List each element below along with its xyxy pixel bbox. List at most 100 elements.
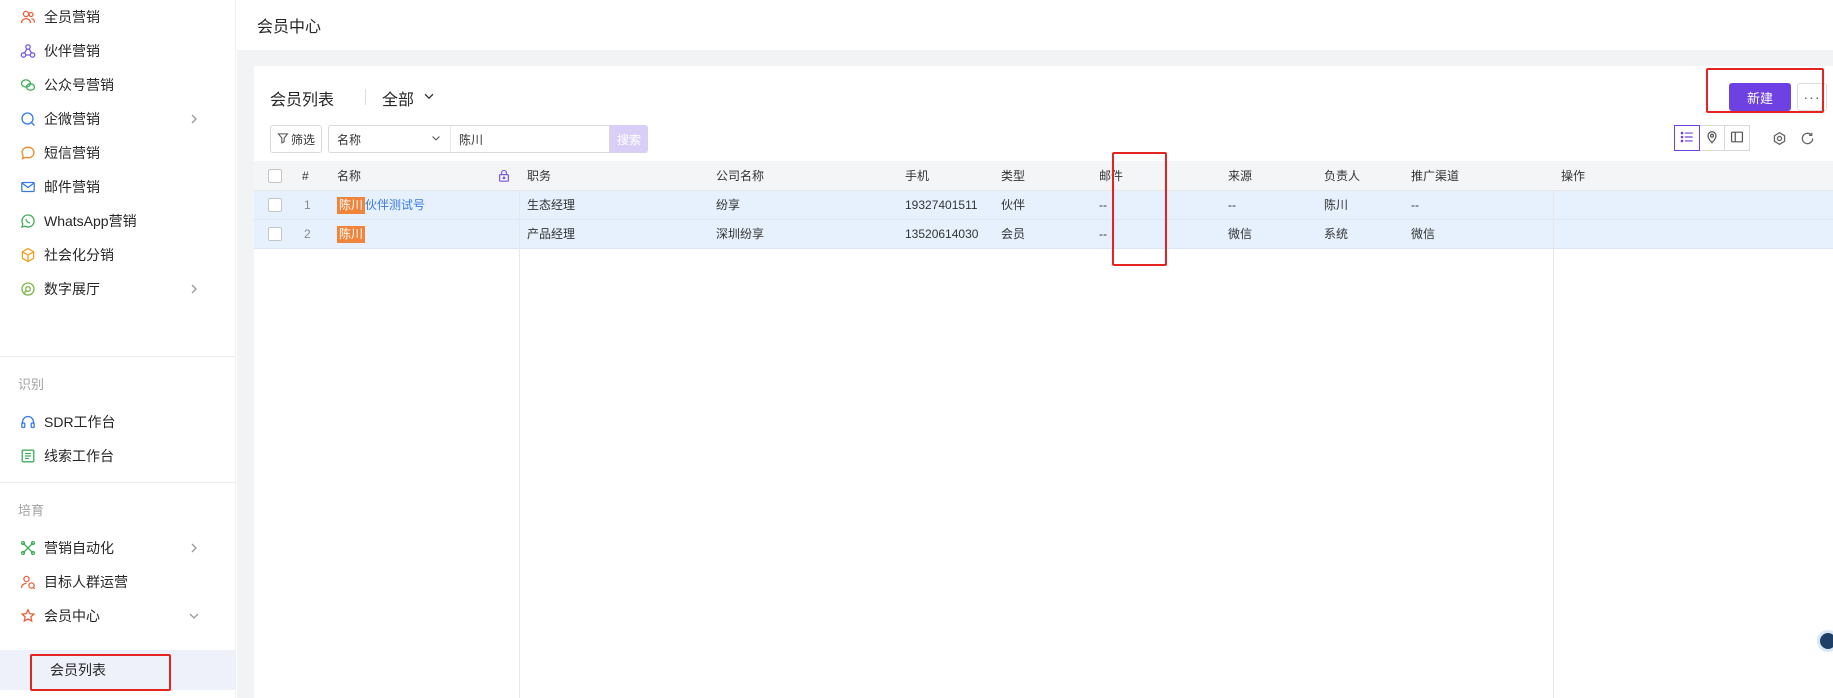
settings-icon[interactable] (1771, 130, 1787, 146)
chevron-down-icon (422, 89, 436, 108)
row-index: 1 (304, 198, 311, 212)
list-view-icon (1680, 130, 1694, 147)
new-member-button[interactable]: 新建 (1729, 83, 1791, 111)
column-header-type[interactable]: 类型 (1001, 161, 1025, 191)
lock-icon[interactable] (497, 168, 511, 186)
mail-icon (20, 179, 36, 195)
row-checkbox[interactable] (268, 227, 282, 241)
column-header-source[interactable]: 来源 (1228, 161, 1252, 191)
sidebar-item-label: 社会化分销 (44, 247, 114, 263)
cell-source: 微信 (1228, 227, 1253, 241)
sidebar-item-target-audience[interactable]: 目标人群运营 (0, 565, 235, 599)
refresh-icon[interactable] (1799, 130, 1815, 146)
view-filter-label: 全部 (382, 92, 415, 109)
list-title: 会员列表 (270, 92, 335, 109)
view-filter-dropdown[interactable]: 全部 (382, 86, 436, 110)
chevron-right-icon (186, 281, 202, 297)
cell-email: -- (1099, 198, 1107, 212)
cell-title: 生态经理 (527, 198, 576, 212)
sidebar-item-partner-marketing[interactable]: 伙伴营销 (0, 34, 235, 68)
sidebar-divider (0, 482, 235, 483)
column-header-email[interactable]: 邮件 (1099, 161, 1123, 191)
search-input[interactable] (450, 125, 610, 153)
table-row[interactable]: 2 陈川 产品经理 深圳纷享 13520614030 会员 -- 微信 系统 微… (254, 220, 1833, 249)
sidebar-item-official-account-marketing[interactable]: 公众号营销 (0, 68, 235, 102)
sidebar-item-label: 短信营销 (44, 145, 100, 161)
column-header-phone[interactable]: 手机 (905, 161, 929, 191)
sidebar-item-clue-workbench[interactable]: 线索工作台 (0, 439, 235, 473)
cell-channel: -- (1411, 198, 1419, 212)
sidebar-item-label: 营销自动化 (44, 540, 114, 556)
cell-owner: 陈川 (1324, 198, 1349, 212)
sidebar: 全员营销 伙伴营销 公众号营销 企微营销 短信营销 邮件营销 WhatsApp营… (0, 0, 236, 698)
sidebar-item-digital-showroom[interactable]: 数字展厅 (0, 272, 235, 306)
search-button[interactable]: 搜索 (610, 125, 648, 153)
funnel-icon (277, 132, 289, 147)
sidebar-item-label: 企微营销 (44, 111, 100, 127)
chevron-down-icon (186, 608, 202, 624)
column-header-company[interactable]: 公司名称 (716, 161, 764, 191)
split-view-toggle[interactable] (1724, 125, 1750, 151)
column-header-owner[interactable]: 负责人 (1324, 161, 1360, 191)
cell-owner: 系统 (1324, 227, 1349, 241)
search-field-select[interactable]: 名称 (328, 125, 450, 153)
map-view-toggle[interactable] (1699, 125, 1725, 151)
cell-email: -- (1099, 227, 1107, 241)
split-panel-icon (1730, 130, 1744, 147)
sidebar-item-label: 目标人群运营 (44, 574, 128, 590)
sms-bubble-icon (20, 145, 36, 161)
sidebar-divider (0, 356, 235, 357)
sidebar-item-label: 线索工作台 (44, 448, 114, 464)
sidebar-item-member-center[interactable]: 会员中心 (0, 599, 235, 633)
list-view-toggle[interactable] (1674, 125, 1700, 151)
name-highlight: 陈川 (337, 226, 366, 243)
chevron-right-icon (186, 540, 202, 556)
column-header-index: # (302, 169, 309, 183)
table-row[interactable]: 1 陈川 伙伴测试号 生态经理 纷享 19327401511 伙伴 -- -- 陈… (254, 191, 1833, 220)
sidebar-subitem-label: 会员列表 (50, 662, 106, 678)
whatsapp-icon (20, 213, 36, 229)
sidebar-item-all-staff-marketing[interactable]: 全员营销 (0, 0, 235, 34)
filter-button[interactable]: 筛选 (270, 125, 322, 153)
member-name-link[interactable]: 陈川 伙伴测试号 (337, 191, 425, 220)
sidebar-item-label: 会员中心 (44, 608, 100, 624)
member-name-link[interactable]: 陈川 (337, 220, 366, 249)
partner-network-icon (20, 43, 36, 59)
cell-title: 产品经理 (527, 227, 576, 241)
cell-source: -- (1228, 198, 1236, 212)
row-checkbox[interactable] (268, 198, 282, 212)
title-separator (365, 89, 366, 105)
column-header-channel[interactable]: 推广渠道 (1411, 161, 1459, 191)
cell-company: 深圳纷享 (716, 227, 765, 241)
sidebar-item-email-marketing[interactable]: 邮件营销 (0, 170, 235, 204)
column-header-name[interactable]: 名称 (337, 161, 361, 191)
frozen-column-divider (519, 191, 520, 698)
name-highlight: 陈川 (337, 197, 366, 214)
sidebar-item-social-distribution[interactable]: 社会化分销 (0, 238, 235, 272)
sidebar-item-sdr-workbench[interactable]: SDR工作台 (0, 405, 235, 439)
column-header-title[interactable]: 职务 (527, 161, 551, 191)
wecom-chat-icon (20, 111, 36, 127)
sidebar-subitem-member-list[interactable]: 会员列表 (0, 650, 235, 690)
sidebar-item-marketing-automation[interactable]: 营销自动化 (0, 531, 235, 565)
clue-board-icon (20, 448, 36, 464)
sidebar-item-sms-marketing[interactable]: 短信营销 (0, 136, 235, 170)
sidebar-item-whatsapp-marketing[interactable]: WhatsApp营销 (0, 204, 235, 238)
column-header-actions: 操作 (1561, 169, 1586, 183)
member-table: # 名称 职务 公司名称 手机 类型 邮件 来源 负责人 推广渠道 操作 1 陈… (254, 161, 1833, 698)
chevron-down-icon (430, 132, 442, 147)
cell-phone: 13520614030 (905, 227, 979, 241)
assistant-bot-icon[interactable] (1817, 630, 1833, 652)
section-label-nurture: 培育 (18, 503, 45, 518)
sidebar-item-wecom-marketing[interactable]: 企微营销 (0, 102, 235, 136)
target-audience-icon (20, 574, 36, 590)
member-list-card: 会员列表 全部 新建 ··· 筛选 名称 陈川 搜索 # 名称 职务 公司名称 … (254, 66, 1833, 698)
main-area: 会员中心 会员列表 全部 新建 ··· 筛选 名称 陈川 搜索 # 名称 职务 … (237, 0, 1833, 698)
more-actions-button[interactable]: ··· (1797, 83, 1827, 111)
cell-phone: 19327401511 (905, 198, 978, 212)
name-suffix: 伙伴测试号 (365, 198, 426, 212)
showroom-icon (20, 281, 36, 297)
table-header: # 名称 职务 公司名称 手机 类型 邮件 来源 负责人 推广渠道 操作 (254, 161, 1833, 191)
automation-icon (20, 540, 36, 556)
select-all-checkbox[interactable] (268, 169, 282, 183)
